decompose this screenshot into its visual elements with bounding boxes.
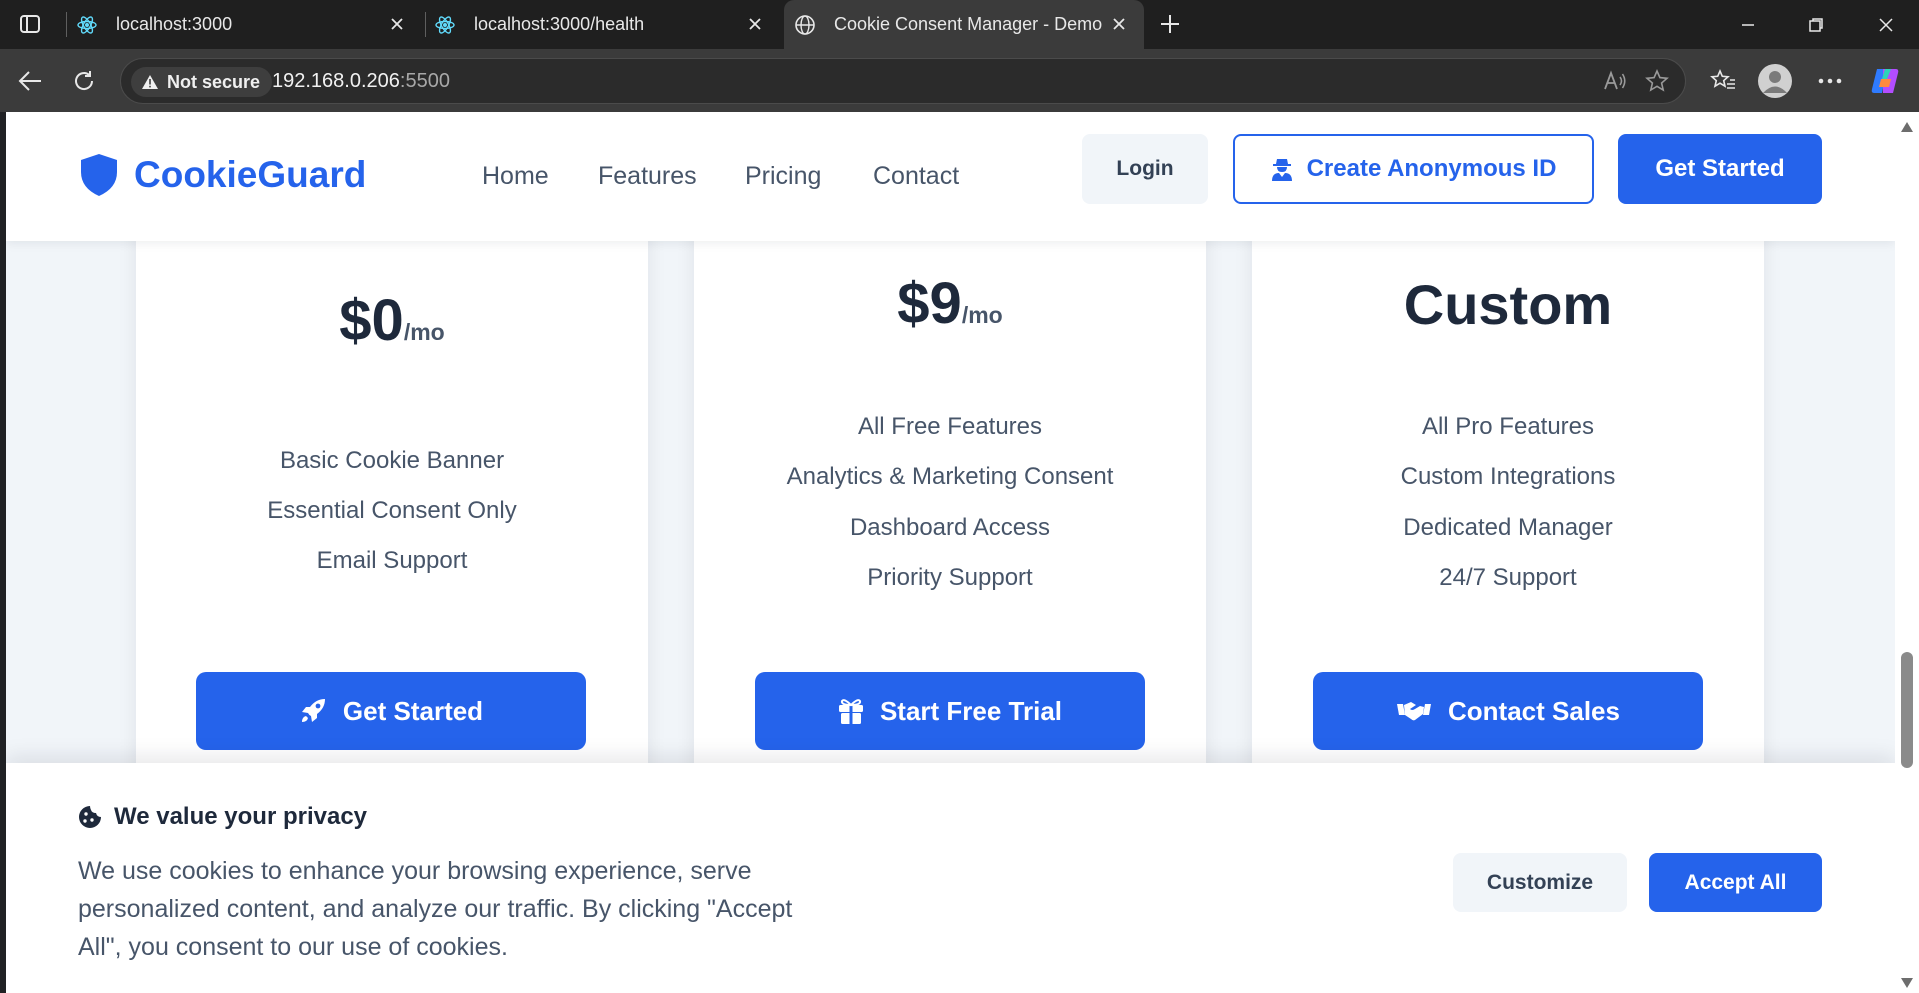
security-indicator[interactable]: Not secure	[131, 67, 273, 97]
plan-feature: All Pro Features	[1421, 413, 1595, 440]
plan-feature: Email Support	[316, 547, 468, 574]
tab-localhost[interactable]: localhost:3000	[76, 0, 422, 49]
url-port: :5500	[399, 70, 450, 92]
plan-price: $0/mo	[136, 287, 648, 354]
copilot-icon[interactable]	[1865, 61, 1905, 101]
brand-name: CookieGuard	[134, 154, 367, 195]
close-window-icon[interactable]	[1858, 0, 1914, 49]
plan-feature: Basic Cookie Banner	[279, 447, 505, 474]
reload-icon[interactable]	[64, 61, 104, 101]
new-tab-icon[interactable]	[1150, 4, 1190, 44]
nav-home[interactable]: Home	[482, 162, 549, 191]
plan-feature: Essential Consent Only	[267, 497, 517, 524]
user-secret-icon	[1271, 157, 1293, 181]
url-host: 192.168.0.206	[272, 70, 400, 92]
plan-feature: Dedicated Manager	[1403, 514, 1613, 541]
price-period: /mo	[961, 302, 1003, 328]
tab-separator	[425, 12, 426, 37]
tab-title: localhost:3000/health	[474, 14, 645, 34]
accept-all-button[interactable]: Accept All	[1649, 853, 1822, 912]
profile-avatar[interactable]	[1755, 61, 1795, 101]
login-button[interactable]: Login	[1082, 134, 1208, 204]
tab-localhost-health[interactable]: localhost:3000/health	[434, 0, 780, 49]
banner-title: We value your privacy	[78, 803, 367, 831]
contact-sales-button[interactable]: Contact Sales	[1313, 672, 1703, 750]
browser-tab-bar: localhost:3000 localhost:3000/health Coo…	[0, 0, 1919, 49]
plan-feature: Custom Integrations	[1400, 463, 1616, 490]
shield-icon	[81, 154, 117, 196]
more-options-icon[interactable]	[1810, 61, 1850, 101]
gift-icon	[838, 697, 864, 725]
create-anonymous-id-label: Create Anonymous ID	[1306, 155, 1557, 182]
scroll-thumb[interactable]	[1901, 652, 1913, 768]
page-viewport: $0/mo Basic Cookie Banner Essential Cons…	[6, 112, 1895, 993]
get-started-plan-button[interactable]: Get Started	[196, 672, 586, 750]
rocket-icon	[299, 697, 327, 725]
handshake-icon	[1396, 699, 1432, 723]
scroll-down-arrow-icon[interactable]	[1901, 978, 1913, 988]
price-amount: $0	[339, 288, 404, 353]
plan-feature: Priority Support	[867, 564, 1033, 591]
plan-feature: Dashboard Access	[849, 514, 1051, 541]
minimize-icon[interactable]	[1720, 0, 1776, 49]
plan-price: $9/mo	[694, 270, 1206, 337]
nav-features[interactable]: Features	[598, 162, 697, 191]
close-tab-icon[interactable]	[744, 13, 766, 35]
favorite-star-icon[interactable]	[1637, 61, 1677, 101]
scroll-up-arrow-icon[interactable]	[1901, 122, 1913, 132]
customize-button[interactable]: Customize	[1453, 853, 1627, 912]
start-free-trial-button[interactable]: Start Free Trial	[755, 672, 1145, 750]
cookie-icon	[78, 805, 102, 829]
url-text[interactable]: 192.168.0.206:5500	[272, 70, 450, 93]
restore-icon[interactable]	[1788, 0, 1844, 49]
banner-title-text: We value your privacy	[114, 803, 368, 830]
nav-contact[interactable]: Contact	[873, 162, 959, 191]
price-period: /mo	[403, 319, 445, 345]
tab-cookie-consent-demo[interactable]: Cookie Consent Manager - Demo	[784, 0, 1144, 49]
react-icon	[434, 14, 456, 36]
tab-title: localhost:3000	[116, 14, 233, 34]
banner-description: We use cookies to enhance your browsing …	[78, 857, 793, 961]
price-amount: $9	[897, 271, 962, 336]
brand-logo[interactable]: CookieGuard	[78, 152, 366, 198]
back-icon[interactable]	[10, 61, 50, 101]
tab-separator	[66, 12, 67, 37]
close-tab-icon[interactable]	[1108, 13, 1130, 35]
get-started-button[interactable]: Get Started	[1618, 134, 1822, 204]
browser-toolbar: Not secure 192.168.0.206:5500	[0, 49, 1919, 112]
read-aloud-icon[interactable]	[1595, 61, 1635, 101]
site-header: CookieGuard Home Features Pricing Contac…	[6, 112, 1895, 241]
address-bar[interactable]: Not secure 192.168.0.206:5500	[120, 58, 1686, 104]
cta-label: Start Free Trial	[879, 695, 1063, 726]
tab-actions-icon[interactable]	[10, 4, 50, 44]
favorites-icon[interactable]	[1703, 61, 1743, 101]
cta-label: Contact Sales	[1448, 695, 1620, 726]
tab-title: Cookie Consent Manager - Demo	[834, 14, 1103, 34]
security-label: Not secure	[167, 71, 261, 92]
plan-feature: All Free Features	[857, 413, 1043, 440]
react-icon	[76, 14, 98, 36]
close-tab-icon[interactable]	[386, 13, 408, 35]
nav-pricing[interactable]: Pricing	[745, 162, 821, 191]
plan-feature: 24/7 Support	[1439, 564, 1577, 591]
page-scrollbar[interactable]	[1895, 112, 1919, 993]
warning-icon	[142, 75, 158, 89]
globe-icon	[794, 14, 816, 36]
create-anonymous-id-button[interactable]: Create Anonymous ID	[1233, 134, 1594, 204]
plan-price: Custom	[1403, 273, 1613, 336]
plan-feature: Analytics & Marketing Consent	[786, 463, 1114, 490]
cookie-consent-banner: We value your privacy We use cookies to …	[6, 763, 1895, 993]
cta-label: Get Started	[342, 695, 484, 726]
